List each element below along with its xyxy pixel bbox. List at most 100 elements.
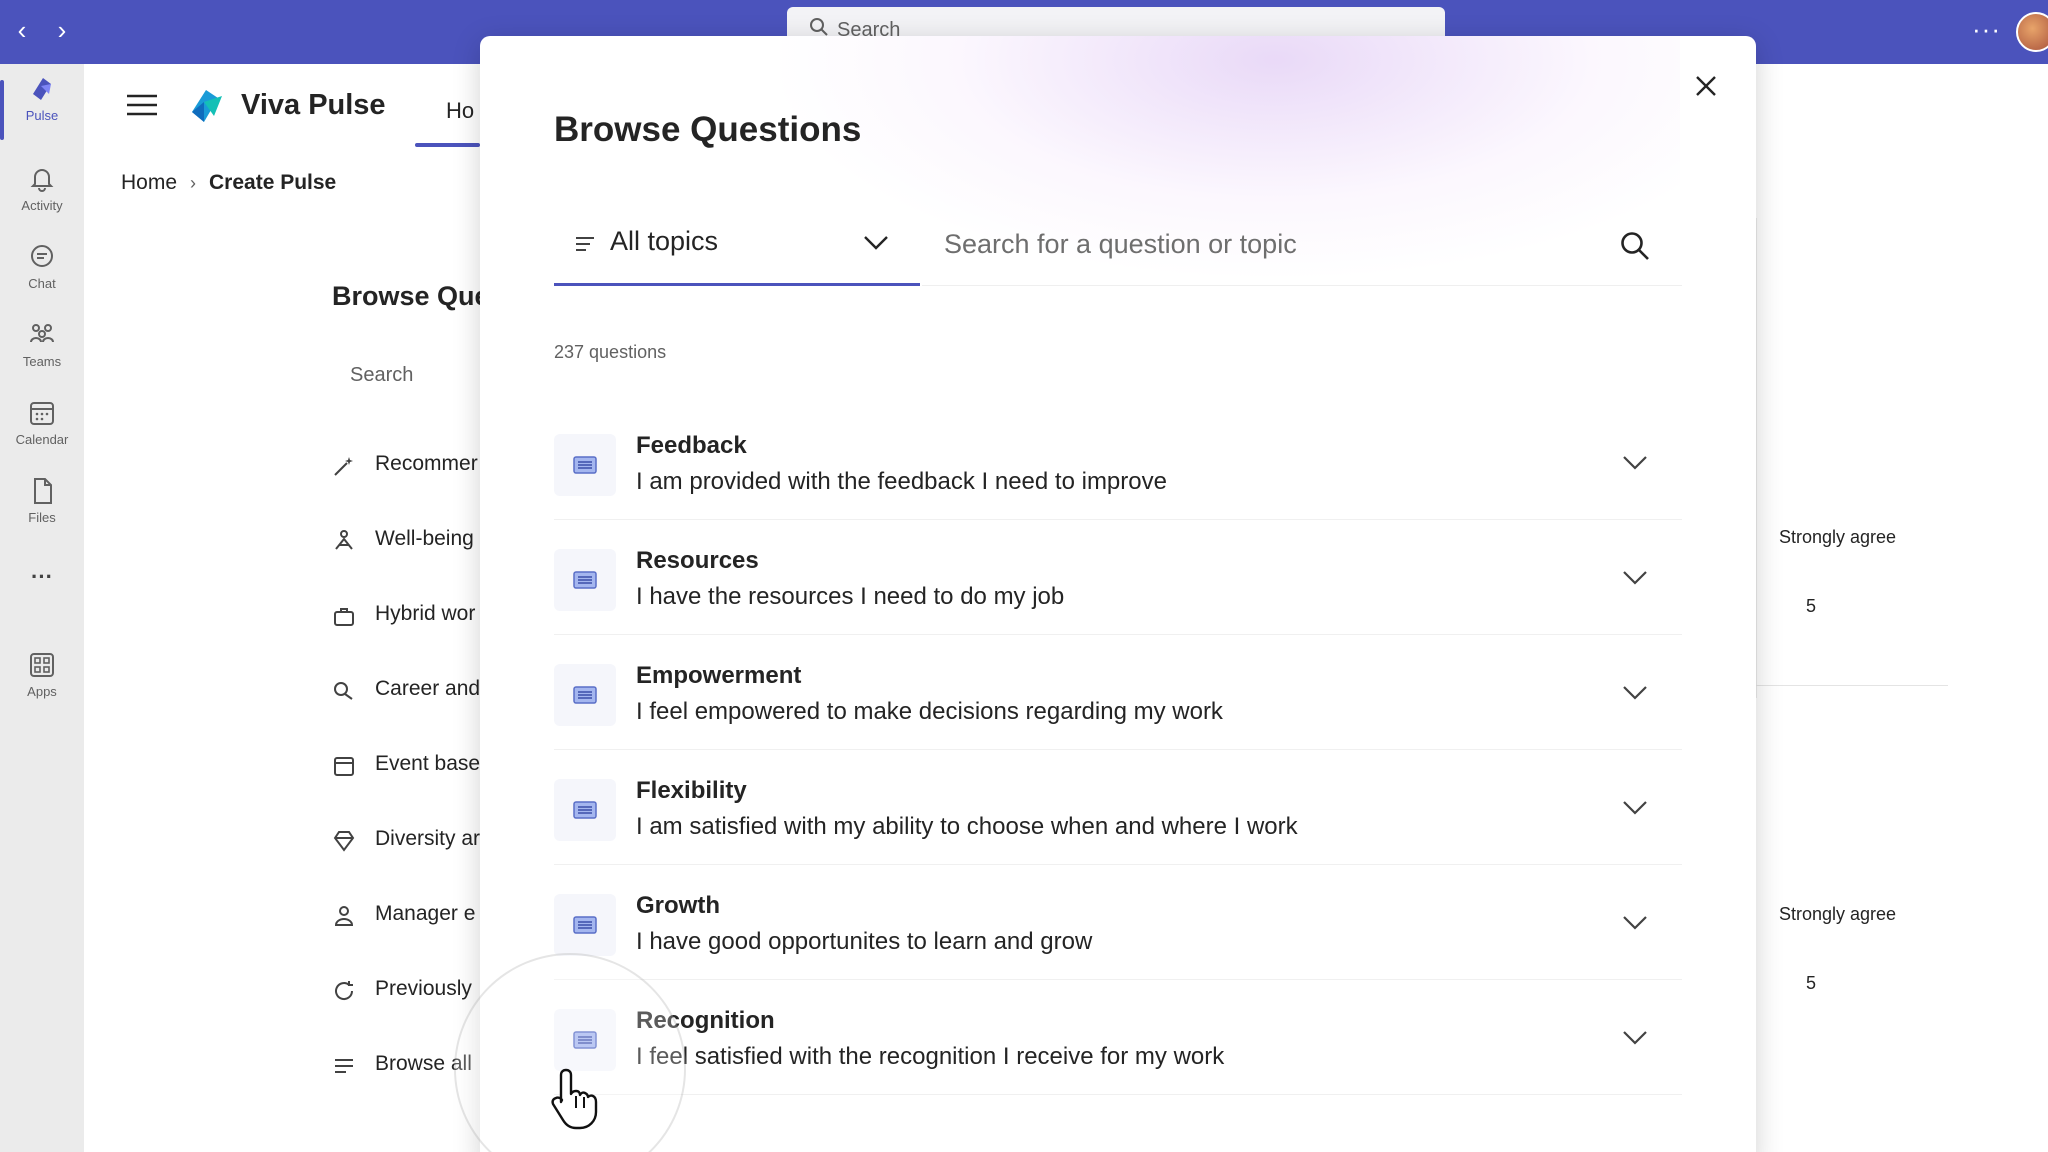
forward-arrow-icon[interactable]: › bbox=[48, 16, 76, 44]
background-scale-value: 5 bbox=[1806, 973, 1817, 993]
rail-item-files[interactable]: Files bbox=[0, 476, 84, 552]
rail-item-label: Chat bbox=[28, 276, 56, 291]
question-item-feedback[interactable]: Feedback I am provided with the feedback… bbox=[554, 412, 1682, 520]
search-icon bbox=[810, 18, 828, 36]
question-text: I am provided with the feedback I need t… bbox=[636, 468, 1167, 495]
rail-item-teams[interactable]: Teams bbox=[0, 320, 84, 396]
dialog-title: Browse Questions bbox=[554, 110, 862, 149]
background-divider bbox=[1756, 218, 1757, 698]
person-icon bbox=[334, 906, 354, 926]
rail-item-label: Teams bbox=[22, 354, 62, 369]
magic-wand-icon bbox=[334, 457, 353, 476]
chevron-down-icon bbox=[864, 236, 888, 250]
apps-icon bbox=[30, 653, 54, 677]
background-scale-label: Strongly agree bbox=[1779, 527, 1897, 547]
breadcrumb-current: Create Pulse bbox=[209, 171, 337, 194]
chevron-down-icon[interactable] bbox=[1621, 797, 1649, 817]
chevron-down-icon[interactable] bbox=[1621, 452, 1649, 472]
list-item-label: Well-being bbox=[375, 527, 474, 550]
calendar-icon bbox=[30, 402, 54, 425]
viva-pulse-logo-icon bbox=[192, 90, 222, 122]
tab-home-indicator bbox=[415, 143, 480, 147]
rail-item-label: Files bbox=[28, 510, 56, 525]
rail-item-label: Calendar bbox=[15, 432, 69, 447]
list-item-label: Recommer bbox=[375, 452, 478, 475]
question-type-icon bbox=[554, 434, 616, 496]
question-text: I am satisfied with my ability to choose… bbox=[636, 813, 1298, 840]
chevron-down-icon[interactable] bbox=[1621, 912, 1649, 932]
bell-icon bbox=[30, 169, 54, 192]
question-text: I feel satisfied with the recognition I … bbox=[636, 1043, 1225, 1070]
question-text: I have good opportunites to learn and gr… bbox=[636, 928, 1093, 955]
more-options-icon[interactable]: ··· bbox=[1972, 14, 2001, 45]
question-topic: Growth bbox=[636, 892, 720, 919]
list-item-label: Manager e bbox=[375, 902, 476, 925]
hamburger-menu-icon[interactable] bbox=[127, 93, 157, 117]
close-icon[interactable] bbox=[1686, 66, 1726, 106]
question-count: 237 questions bbox=[554, 342, 667, 362]
question-type-icon bbox=[554, 894, 616, 956]
tab-home[interactable]: Ho bbox=[446, 98, 474, 124]
question-topic: Resources bbox=[636, 547, 759, 574]
question-item-flexibility[interactable]: Flexibility I am satisfied with my abili… bbox=[554, 757, 1682, 865]
rail-item-label: Pulse bbox=[25, 108, 59, 123]
chevron-down-icon[interactable] bbox=[1621, 1027, 1649, 1047]
question-type-icon bbox=[554, 549, 616, 611]
chevron-down-icon[interactable] bbox=[1621, 682, 1649, 702]
chevron-down-icon[interactable] bbox=[1621, 567, 1649, 587]
wellbeing-icon bbox=[335, 530, 353, 550]
question-text: I have the resources I need to do my job bbox=[636, 583, 1065, 610]
back-arrow-icon[interactable]: ‹ bbox=[8, 16, 36, 44]
question-text: I feel empowered to make decisions regar… bbox=[636, 698, 1223, 725]
question-topic: Flexibility bbox=[636, 777, 747, 804]
rail-item-label: Activity bbox=[21, 198, 63, 213]
career-icon bbox=[334, 682, 353, 700]
list-item-label: Diversity ar bbox=[375, 827, 481, 850]
background-scale-value: 5 bbox=[1806, 596, 1817, 616]
list-item-label: Previously bbox=[375, 977, 472, 1000]
filter-lines-icon bbox=[576, 237, 594, 251]
question-type-icon bbox=[554, 779, 616, 841]
background-browse-title: Browse Que bbox=[332, 281, 490, 311]
breadcrumb-home[interactable]: Home bbox=[121, 171, 177, 195]
rail-item-activity[interactable]: Activity bbox=[0, 164, 84, 240]
chat-icon bbox=[31, 245, 53, 267]
question-search-box bbox=[922, 202, 1682, 286]
background-search-input[interactable]: Search bbox=[350, 364, 413, 387]
rail-more-apps[interactable]: ··· bbox=[0, 564, 84, 640]
rail-item-chat[interactable]: Chat bbox=[0, 242, 84, 318]
pulse-icon bbox=[33, 78, 51, 100]
rail-item-pulse[interactable]: Pulse bbox=[0, 74, 84, 150]
background-scale-label: Strongly agree bbox=[1779, 904, 1897, 924]
browse-questions-dialog: Browse Questions All topics 237 question… bbox=[480, 36, 1756, 1152]
background-divider bbox=[1755, 685, 1948, 686]
question-search-input[interactable] bbox=[922, 202, 1612, 286]
question-topic: Empowerment bbox=[636, 662, 802, 689]
diamond-icon bbox=[333, 831, 355, 852]
rail-item-label: Apps bbox=[27, 684, 57, 699]
briefcase-icon bbox=[334, 608, 354, 626]
question-item-empowerment[interactable]: Empowerment I feel empowered to make dec… bbox=[554, 642, 1682, 750]
question-item-growth[interactable]: Growth I have good opportunites to learn… bbox=[554, 872, 1682, 980]
question-type-icon bbox=[554, 664, 616, 726]
calendar-icon bbox=[334, 757, 354, 776]
list-item-label: Event base bbox=[375, 752, 481, 775]
rail-item-calendar[interactable]: Calendar bbox=[0, 398, 84, 474]
search-icon[interactable] bbox=[1619, 230, 1651, 262]
hand-cursor-icon bbox=[551, 1068, 598, 1130]
topic-filter-dropdown[interactable]: All topics bbox=[554, 202, 920, 286]
list-icon bbox=[335, 1059, 353, 1073]
question-topic: Feedback bbox=[636, 432, 747, 459]
list-item-label: Career and bbox=[375, 677, 481, 700]
topic-filter-value: All topics bbox=[610, 226, 719, 256]
app-rail: Pulse Activity Chat Teams Calendar Files… bbox=[0, 64, 84, 1152]
file-icon bbox=[34, 478, 52, 504]
app-title: Viva Pulse bbox=[241, 89, 386, 121]
question-item-recognition[interactable]: Recognition I feel satisfied with the re… bbox=[554, 987, 1682, 1095]
teams-icon bbox=[30, 324, 54, 343]
rail-item-apps[interactable]: Apps bbox=[0, 650, 84, 726]
list-item-label: Hybrid wor bbox=[375, 602, 476, 625]
question-item-resources[interactable]: Resources I have the resources I need to… bbox=[554, 527, 1682, 635]
history-icon bbox=[335, 981, 354, 1000]
avatar[interactable] bbox=[2016, 12, 2048, 52]
